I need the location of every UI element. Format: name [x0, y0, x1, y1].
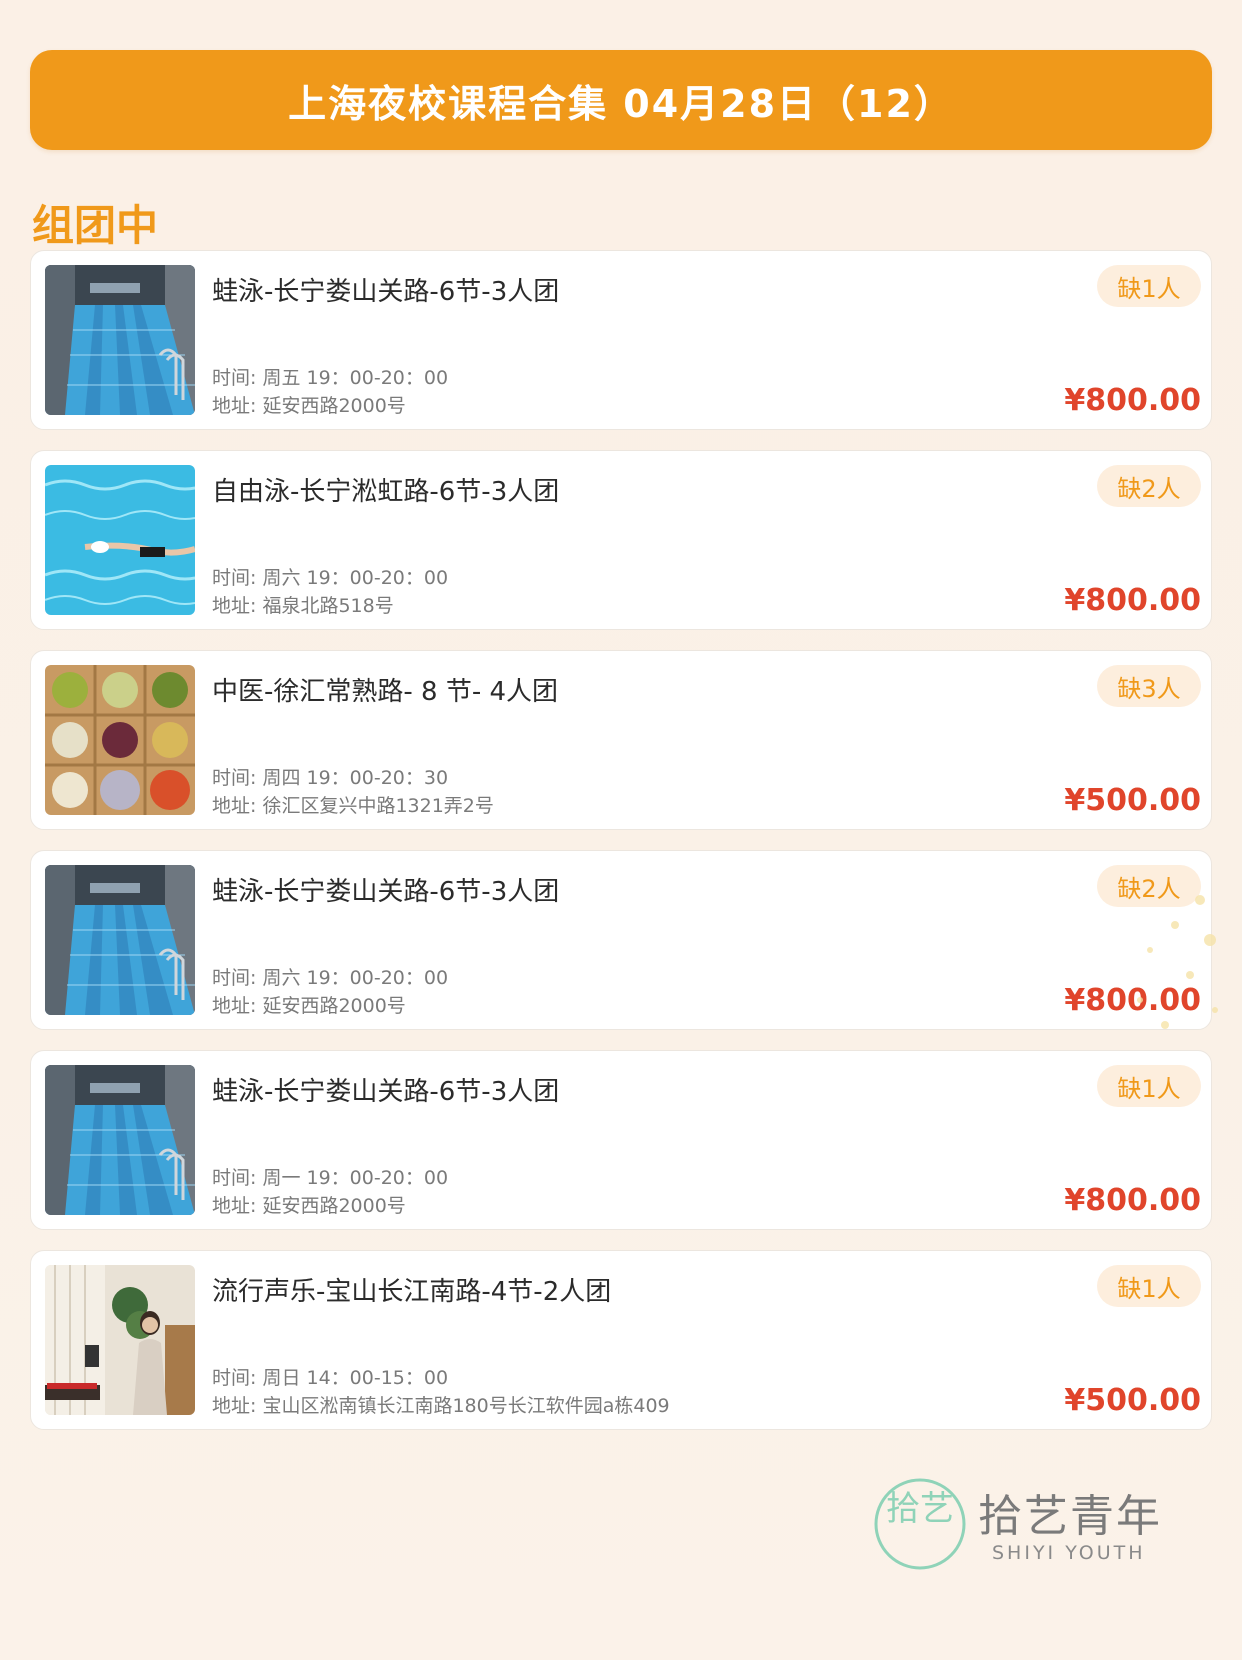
- singer-photo: [45, 1265, 195, 1415]
- course-price: ¥800.00: [1064, 383, 1201, 418]
- spots-left-badge: 缺2人: [1097, 865, 1201, 907]
- herbs-photo: [45, 665, 195, 815]
- course-price: ¥800.00: [1064, 983, 1201, 1018]
- brand-logo: 拾艺 拾艺青年 SHIYI YOUTH: [872, 1470, 1172, 1580]
- course-title: 蛙泳-长宁娄山关路-6节-3人团: [212, 877, 560, 907]
- page-header: 上海夜校课程合集 04月28日（12）: [30, 50, 1212, 150]
- course-thumbnail: [45, 865, 195, 1015]
- course-card[interactable]: 蛙泳-长宁娄山关路-6节-3人团 时间: 周六 19：00-20：00 地址: …: [30, 850, 1212, 1030]
- course-address: 地址: 宝山区淞南镇长江南路180号长江软件园a栋409: [212, 1395, 670, 1417]
- course-price: ¥500.00: [1064, 783, 1201, 818]
- spots-left-badge: 缺3人: [1097, 665, 1201, 707]
- course-title: 流行声乐-宝山长江南路-4节-2人团: [212, 1277, 612, 1307]
- course-time: 时间: 周六 19：00-20：00: [212, 967, 449, 989]
- pool-photo: [45, 865, 195, 1015]
- course-address: 地址: 延安西路2000号: [212, 1195, 406, 1217]
- course-title: 蛙泳-长宁娄山关路-6节-3人团: [212, 277, 560, 307]
- brand-mark-icon: 拾艺: [874, 1478, 966, 1570]
- course-time: 时间: 周一 19：00-20：00: [212, 1167, 449, 1189]
- course-card[interactable]: 中医-徐汇常熟路- 8 节- 4人团 时间: 周四 19：00-20：30 地址…: [30, 650, 1212, 830]
- course-price: ¥500.00: [1064, 1383, 1201, 1418]
- course-time: 时间: 周六 19：00-20：00: [212, 567, 449, 589]
- course-price: ¥800.00: [1064, 1183, 1201, 1218]
- course-card[interactable]: 蛙泳-长宁娄山关路-6节-3人团 时间: 周五 19：00-20：00 地址: …: [30, 250, 1212, 430]
- course-title: 自由泳-长宁淞虹路-6节-3人团: [212, 477, 560, 507]
- course-price: ¥800.00: [1064, 583, 1201, 618]
- course-title: 蛙泳-长宁娄山关路-6节-3人团: [212, 1077, 560, 1107]
- course-address: 地址: 延安西路2000号: [212, 395, 406, 417]
- course-thumbnail: [45, 265, 195, 415]
- course-thumbnail: [45, 1265, 195, 1415]
- brand-mark-text-top: 拾艺: [886, 1489, 954, 1529]
- course-time: 时间: 周四 19：00-20：30: [212, 767, 449, 789]
- course-address: 地址: 福泉北路518号: [212, 595, 394, 617]
- brand-name-cn: 拾艺青年: [978, 1491, 1162, 1542]
- course-card[interactable]: 自由泳-长宁淞虹路-6节-3人团 时间: 周六 19：00-20：00 地址: …: [30, 450, 1212, 630]
- pool-photo: [45, 265, 195, 415]
- course-card[interactable]: 蛙泳-长宁娄山关路-6节-3人团 时间: 周一 19：00-20：00 地址: …: [30, 1050, 1212, 1230]
- course-address: 地址: 延安西路2000号: [212, 995, 406, 1017]
- spots-left-badge: 缺1人: [1097, 1265, 1201, 1307]
- course-list: 蛙泳-长宁娄山关路-6节-3人团 时间: 周五 19：00-20：00 地址: …: [30, 250, 1212, 1450]
- pool-photo: [45, 1065, 195, 1215]
- brand-name-en: SHIYI YOUTH: [992, 1542, 1146, 1564]
- page-title: 上海夜校课程合集 04月28日（12）: [288, 81, 954, 126]
- course-address: 地址: 徐汇区复兴中路1321弄2号: [212, 795, 494, 817]
- spots-left-badge: 缺2人: [1097, 465, 1201, 507]
- course-card[interactable]: 流行声乐-宝山长江南路-4节-2人团 时间: 周日 14：00-15：00 地址…: [30, 1250, 1212, 1430]
- course-thumbnail: [45, 665, 195, 815]
- course-time: 时间: 周日 14：00-15：00: [212, 1367, 449, 1389]
- course-thumbnail: [45, 465, 195, 615]
- swimmer-photo: [45, 465, 195, 615]
- course-title: 中医-徐汇常熟路- 8 节- 4人团: [212, 677, 559, 707]
- course-time: 时间: 周五 19：00-20：00: [212, 367, 449, 389]
- spots-left-badge: 缺1人: [1097, 265, 1201, 307]
- section-title: 组团中: [32, 201, 159, 250]
- spots-left-badge: 缺1人: [1097, 1065, 1201, 1107]
- course-thumbnail: [45, 1065, 195, 1215]
